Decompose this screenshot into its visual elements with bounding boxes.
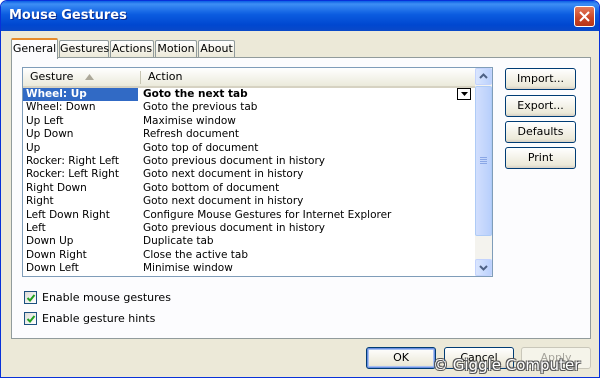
list-header: Gesture Action [23, 68, 475, 88]
gesture-cell: Wheel: Up [23, 88, 138, 102]
chevron-up-icon [479, 73, 488, 79]
tab-about[interactable]: About [198, 40, 235, 57]
gesture-cell: Rocker: Right Left [26, 154, 119, 167]
action-cell: Maximise window [143, 114, 236, 127]
table-row[interactable]: Down Left Minimise window [23, 262, 475, 275]
action-cell: Refresh document [143, 128, 239, 141]
gesture-cell: Down Left [26, 262, 79, 275]
gesture-cell: Up [26, 141, 41, 154]
action-cell: Duplicate tab [143, 235, 214, 248]
action-cell: Configure Mouse Gestures for Internet Ex… [143, 208, 392, 221]
action-cell: Goto the next tab [143, 88, 248, 100]
gesture-cell: Left Down Right [26, 208, 110, 221]
tab-motion[interactable]: Motion [155, 40, 197, 57]
print-button[interactable]: Print [505, 147, 576, 169]
table-row[interactable]: Up Goto top of document [23, 142, 475, 155]
checkbox-box[interactable] [24, 291, 37, 304]
column-gesture-label: Gesture [30, 70, 74, 83]
checkmark-icon [26, 315, 36, 323]
scroll-down-button[interactable] [475, 259, 492, 276]
gesture-cell: Rocker: Left Right [26, 168, 119, 181]
table-row[interactable]: Wheel: Down Goto the previous tab [23, 101, 475, 114]
sort-ascending-icon [84, 74, 94, 80]
tab-general[interactable]: General [11, 38, 58, 59]
action-cell: Goto bottom of document [143, 181, 280, 194]
list-rows: Wheel: Up Goto the next tab Wheel: Down G… [23, 88, 475, 275]
gesture-cell: Up Left [26, 114, 64, 127]
table-row[interactable]: Up Left Maximise window [23, 115, 475, 128]
action-cell: Goto next document in history [143, 168, 304, 181]
scroll-thumb[interactable] [475, 86, 492, 236]
enable-hints-label[interactable]: Enable gesture hints [42, 312, 155, 325]
column-header-gesture[interactable]: Gesture [23, 68, 140, 86]
table-row[interactable]: Right Goto next document in history [23, 195, 475, 208]
table-row[interactable]: Down Up Duplicate tab [23, 235, 475, 248]
thumb-grip [480, 159, 487, 160]
export-button[interactable]: Export... [505, 95, 576, 117]
table-row[interactable]: Wheel: Up Goto the next tab [23, 88, 475, 102]
action-cell: Minimise window [143, 262, 233, 275]
table-row[interactable]: Rocker: Left Right Goto next document in … [23, 168, 475, 181]
chevron-down-icon [461, 92, 468, 96]
scroll-up-button[interactable] [475, 68, 492, 85]
gesture-cell: Wheel: Down [26, 101, 96, 114]
watermark-text: © Giggle Computer [433, 356, 581, 374]
gesture-cell: Up Down [26, 128, 74, 141]
title-bar[interactable]: Mouse Gestures [1, 1, 599, 31]
column-action-label: Action [148, 70, 183, 83]
window-title: Mouse Gestures [9, 8, 127, 23]
action-dropdown-button[interactable] [457, 88, 471, 100]
thumb-grip [480, 161, 487, 162]
table-row[interactable]: Left Down Right Configure Mouse Gestures … [23, 209, 475, 222]
import-button[interactable]: Import... [505, 68, 576, 90]
column-header-action[interactable]: Action [141, 68, 475, 86]
gesture-list[interactable]: Gesture Action Wheel: Up Goto the next t… [22, 67, 493, 277]
chevron-down-icon [479, 265, 488, 271]
table-row[interactable]: Right Down Goto bottom of document [23, 182, 475, 195]
gesture-cell: Down Right [26, 248, 87, 261]
action-cell: Goto the previous tab [143, 101, 258, 114]
table-row[interactable]: Rocker: Right Left Goto previous document… [23, 155, 475, 168]
tab-gestures[interactable]: Gestures [59, 40, 109, 57]
close-icon [579, 11, 590, 22]
gesture-cell: Down Up [26, 235, 74, 248]
action-cell: Goto top of document [143, 141, 259, 154]
close-button[interactable] [574, 6, 595, 27]
vertical-scrollbar[interactable] [475, 68, 492, 276]
thumb-grip [480, 163, 487, 164]
tab-actions[interactable]: Actions [110, 40, 154, 57]
action-cell: Goto previous document in history [143, 154, 326, 167]
action-cell: Goto previous document in history [143, 221, 326, 234]
gesture-cell: Right [26, 195, 54, 208]
table-row[interactable]: Left Goto previous document in history [23, 222, 475, 235]
checkbox-box[interactable] [24, 312, 37, 325]
table-row[interactable]: Up Down Refresh document [23, 128, 475, 141]
action-cell: Goto next document in history [143, 195, 304, 208]
dialog-window: Mouse Gestures General Gestures Actions … [0, 0, 600, 378]
enable-gestures-label[interactable]: Enable mouse gestures [42, 291, 171, 304]
action-cell: Close the active tab [143, 248, 248, 261]
thumb-grip [480, 157, 487, 158]
table-row[interactable]: Down Right Close the active tab [23, 249, 475, 262]
checkmark-icon [26, 294, 36, 302]
ok-button[interactable]: OK [366, 347, 436, 369]
gesture-cell: Right Down [26, 181, 87, 194]
gesture-cell: Left [26, 221, 46, 234]
defaults-button[interactable]: Defaults [505, 121, 576, 143]
